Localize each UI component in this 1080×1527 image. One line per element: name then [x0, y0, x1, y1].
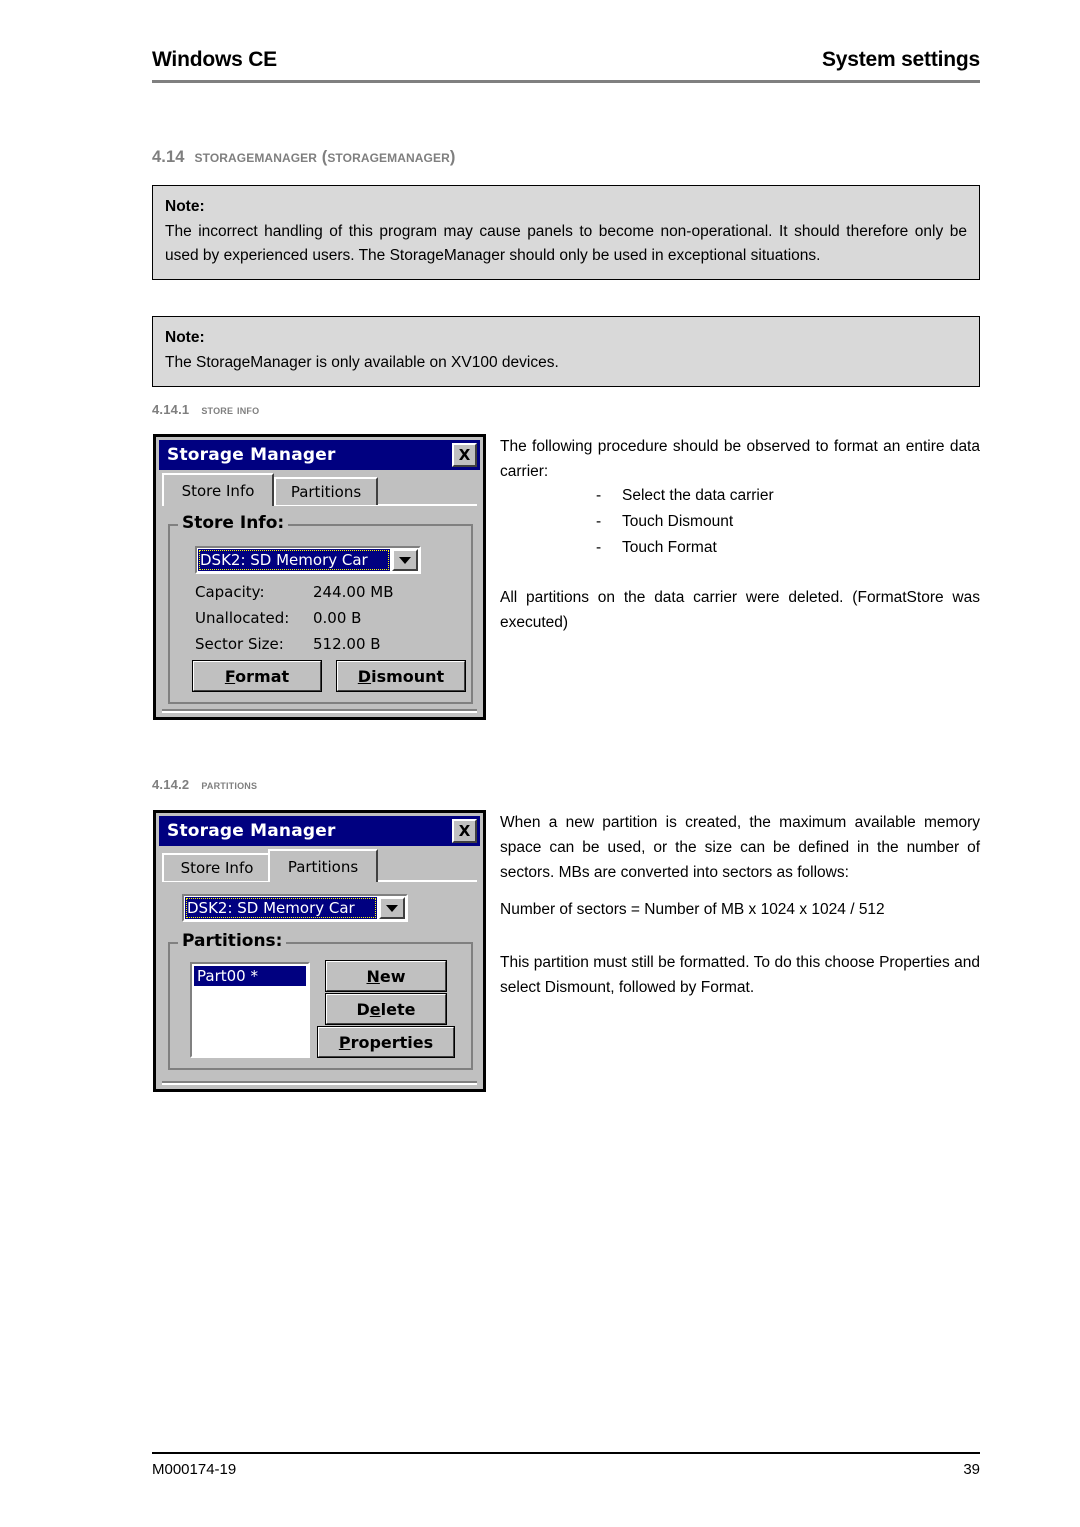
note-box-warning: Note: The incorrect handling of this pro…	[152, 185, 980, 280]
chevron-down-icon[interactable]	[392, 549, 418, 571]
properties-button-accel: P	[338, 1032, 351, 1052]
groupbox-label: Store Info:	[178, 513, 289, 534]
sector-size-value: 512.00 B	[313, 635, 381, 653]
header-left-title: Windows CE	[152, 48, 277, 71]
tab-partitions[interactable]: Partitions	[274, 477, 378, 505]
dialog-tabstrip: Store Info Partitions	[162, 473, 477, 506]
tab-label: Partitions	[287, 857, 359, 876]
store-info-result-paragraph: All partitions on the data carrier were …	[500, 589, 980, 631]
new-button-label: ew	[379, 966, 406, 986]
new-button-accel: N	[366, 966, 380, 986]
storage-manager-dialog-partitions[interactable]: Storage Manager X Store Info Partitions …	[153, 810, 486, 1092]
list-item-label: Select the data carrier	[622, 487, 774, 504]
combobox-value: DSK2: SD Memory Car	[185, 897, 377, 919]
list-item-label: Touch Dismount	[622, 513, 734, 530]
dialog-titlebar: Storage Manager X	[159, 440, 480, 470]
dialog-client-area: Store Info: DSK2: SD Memory Car Capacity…	[162, 506, 477, 704]
store-info-groupbox: Store Info: DSK2: SD Memory Car Capacity…	[168, 513, 473, 704]
section-heading: 4.14 StorageManager (StorageManager)	[152, 148, 455, 167]
dialog-status-strip	[162, 1081, 477, 1085]
delete-button-accel: e	[369, 999, 381, 1019]
tab-store-info[interactable]: Store Info	[162, 853, 272, 881]
data-carrier-combobox[interactable]: DSK2: SD Memory Car	[195, 546, 421, 574]
dismount-button-label: ismount	[371, 666, 445, 686]
tab-label: Partitions	[290, 483, 362, 501]
list-item-label: Touch Format	[622, 539, 717, 556]
note-label: Note:	[165, 198, 205, 215]
tab-partitions[interactable]: Partitions	[268, 849, 378, 882]
sector-size-label: Sector Size:	[195, 635, 284, 653]
page-header: Windows CE System settings	[152, 48, 980, 72]
close-icon[interactable]: X	[452, 443, 477, 467]
storage-manager-dialog-store-info[interactable]: Storage Manager X Store Info Partitions …	[153, 434, 486, 720]
section-title: StorageManager (StorageManager)	[194, 148, 456, 166]
delete-button-label: lete	[380, 999, 416, 1019]
close-icon[interactable]: X	[452, 819, 477, 843]
list-item: - Touch Dismount	[500, 509, 980, 535]
list-item[interactable]: Part00 *	[194, 966, 306, 986]
format-steps-list: - Select the data carrier - Touch Dismou…	[500, 483, 980, 561]
capacity-value: 244.00 MB	[313, 583, 394, 601]
store-info-intro-paragraph: The following procedure should be observ…	[500, 438, 980, 480]
subsection-number: 4.14.1	[152, 402, 190, 417]
partitions-formula: Number of sectors = Number of MB x 1024 …	[500, 901, 885, 918]
chevron-down-icon[interactable]	[379, 897, 405, 919]
data-carrier-combobox[interactable]: DSK2: SD Memory Car	[182, 894, 408, 922]
properties-button[interactable]: Properties	[317, 1026, 455, 1058]
note-label: Note:	[165, 329, 205, 346]
dialog-client-area: DSK2: SD Memory Car Partitions: Part00 *…	[162, 882, 477, 1075]
subsection-title: Store Info	[201, 402, 260, 417]
tab-label: Store Info	[180, 859, 254, 877]
tab-store-info[interactable]: Store Info	[162, 473, 274, 506]
format-button[interactable]: Format	[192, 660, 322, 692]
capacity-label: Capacity:	[195, 583, 265, 601]
note-box-availability: Note: The StorageManager is only availab…	[152, 316, 980, 387]
format-button-label: ormat	[235, 666, 290, 686]
properties-button-label: roperties	[350, 1032, 434, 1052]
partitions-listbox[interactable]: Part00 *	[190, 962, 310, 1058]
list-bullet: -	[596, 539, 602, 556]
combobox-value: DSK2: SD Memory Car	[198, 549, 390, 571]
subsection-number: 4.14.2	[152, 777, 190, 792]
delete-button-prefix: D	[356, 999, 370, 1019]
dialog-titlebar: Storage Manager X	[159, 816, 480, 846]
subsection-title: Partitions	[201, 777, 258, 792]
partitions-paragraph-1: When a new partition is created, the max…	[500, 814, 980, 881]
note-text: The StorageManager is only available on …	[165, 354, 559, 371]
dialog-status-strip	[162, 709, 477, 713]
list-item: - Touch Format	[500, 535, 980, 561]
delete-button[interactable]: Delete	[325, 993, 447, 1025]
document-id: M000174-19	[152, 1461, 237, 1478]
list-bullet: -	[596, 487, 602, 504]
note-text: The incorrect handling of this program m…	[165, 223, 967, 264]
subsection-heading-store-info: 4.14.1 Store Info	[152, 402, 259, 417]
subsection-heading-partitions: 4.14.2 Partitions	[152, 777, 257, 792]
tab-label: Store Info	[181, 481, 255, 500]
partitions-paragraph-2: This partition must still be formatted. …	[500, 954, 980, 996]
partitions-groupbox: Partitions: Part00 * New Delete Properti…	[168, 931, 473, 1070]
dialog-title: Storage Manager	[167, 445, 336, 465]
list-item: - Select the data carrier	[500, 483, 980, 509]
dialog-tabstrip: Store Info Partitions	[162, 849, 477, 882]
header-divider	[152, 80, 980, 83]
unallocated-value: 0.00 B	[313, 609, 362, 627]
new-button[interactable]: New	[325, 960, 447, 992]
dismount-button[interactable]: Dismount	[336, 660, 466, 692]
unallocated-label: Unallocated:	[195, 609, 290, 627]
page-number: 39	[963, 1461, 980, 1478]
dismount-button-accel: D	[357, 666, 372, 686]
dialog-title: Storage Manager	[167, 821, 336, 841]
section-number: 4.14	[152, 148, 185, 166]
format-button-accel: F	[224, 666, 236, 686]
page-footer: M000174-19 39	[152, 1461, 980, 1478]
document-page: Windows CE System settings 4.14 StorageMa…	[0, 0, 1080, 1527]
footer-divider	[152, 1452, 980, 1454]
groupbox-label: Partitions:	[178, 931, 287, 952]
header-right-title: System settings	[821, 48, 980, 71]
list-bullet: -	[596, 513, 602, 530]
